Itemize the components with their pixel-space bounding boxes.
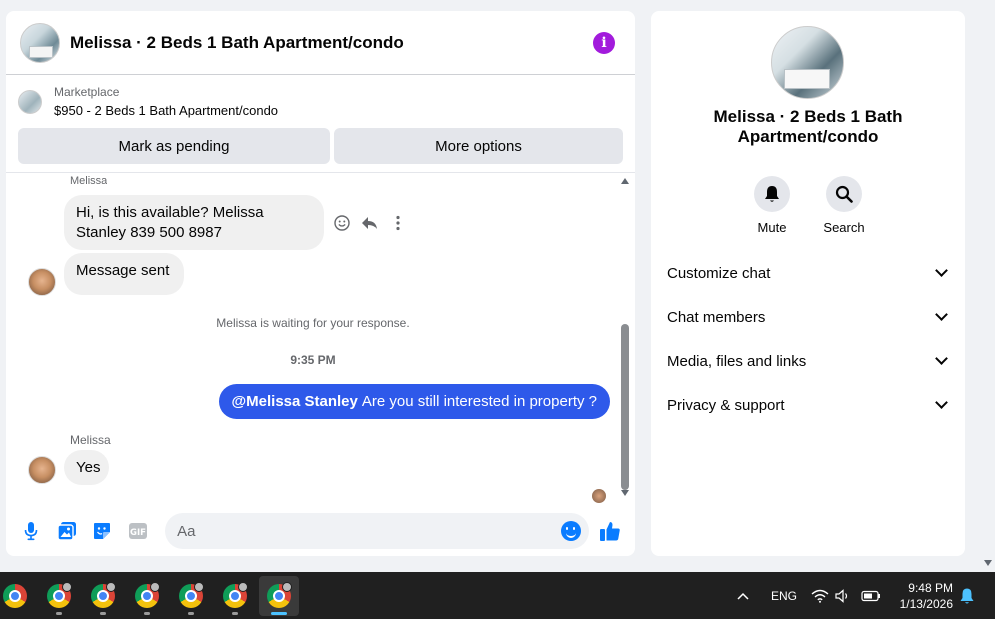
status-note: Melissa is waiting for your response.: [216, 316, 410, 330]
taskbar-chrome-active[interactable]: [259, 576, 299, 616]
photo-icon[interactable]: [56, 520, 78, 542]
sender-name: Melissa: [70, 176, 108, 184]
section-label: Media, files and links: [667, 352, 807, 370]
incoming-message[interactable]: Message sent: [64, 253, 184, 295]
taskbar-chrome-profile[interactable]: [215, 576, 255, 616]
clock-date: 1/13/2026: [899, 597, 953, 611]
section-label: Privacy & support: [667, 396, 785, 414]
thumbs-up-icon[interactable]: [599, 520, 621, 542]
section-label: Chat members: [667, 308, 766, 326]
mute-label: Mute: [757, 220, 787, 235]
taskbar-chrome[interactable]: [0, 576, 35, 616]
running-indicator: [144, 612, 150, 615]
section-label: Customize chat: [667, 264, 771, 282]
sender-avatar[interactable]: [28, 268, 56, 296]
microphone-icon[interactable]: [20, 520, 42, 542]
scroll-thumb[interactable]: [621, 324, 629, 490]
clock-time: 9:48 PM: [908, 581, 953, 595]
taskbar: ENG 9:48 PM 1/13/2026: [0, 572, 995, 619]
emoji-icon[interactable]: [561, 521, 581, 541]
chrome-icon: [3, 584, 27, 608]
seen-indicator-avatar: [592, 489, 606, 503]
mark-as-pending-button[interactable]: Mark as pending: [18, 128, 330, 164]
taskbar-chrome-profile[interactable]: [83, 576, 123, 616]
chat-header: Melissa · 2 Beds 1 Bath Apartment/condo …: [6, 11, 635, 75]
info-icon[interactable]: i: [593, 31, 615, 54]
sender-avatar[interactable]: [28, 456, 56, 484]
running-indicator: [100, 612, 106, 615]
profile-badge-icon: [282, 582, 292, 592]
info-title: Melissa · 2 Beds 1 Bath Apartment/condo: [713, 107, 903, 146]
running-indicator: [271, 612, 287, 615]
wifi-icon[interactable]: [811, 572, 829, 619]
taskbar-chrome-profile[interactable]: [127, 576, 167, 616]
section-customize-chat[interactable]: Customize chat: [651, 251, 965, 295]
section-privacy-support[interactable]: Privacy & support: [651, 383, 965, 427]
incoming-message[interactable]: Yes: [64, 450, 109, 485]
sender-name: Melissa: [70, 433, 111, 447]
search-label: Search: [823, 220, 865, 235]
more-vertical-icon[interactable]: [388, 213, 408, 233]
running-indicator: [188, 612, 194, 615]
profile-badge-icon: [194, 582, 204, 592]
bell-icon[interactable]: [754, 176, 790, 212]
battery-icon[interactable]: [861, 572, 881, 619]
chevron-down-icon: [935, 264, 948, 277]
section-chat-members[interactable]: Chat members: [651, 295, 965, 339]
scroll-down-arrow[interactable]: [621, 490, 629, 496]
volume-icon[interactable]: [835, 572, 851, 619]
profile-badge-icon: [238, 582, 248, 592]
info-actions: Mute Search: [651, 176, 965, 235]
scroll-up-arrow[interactable]: [621, 178, 629, 184]
chat-panel: Melissa · 2 Beds 1 Bath Apartment/condo …: [6, 11, 635, 556]
listing-price-title[interactable]: $950 - 2 Beds 1 Bath Apartment/condo: [54, 103, 278, 118]
message-input-wrapper: [165, 513, 589, 549]
page-scroll-down-arrow[interactable]: [984, 560, 992, 566]
info-sections: Customize chat Chat members Media, files…: [651, 251, 965, 427]
outgoing-message-text: Are you still interested in property ?: [361, 393, 597, 410]
more-options-button[interactable]: More options: [334, 128, 623, 164]
timestamp: 9:35 PM: [290, 353, 336, 367]
react-emoji-icon[interactable]: [332, 213, 352, 233]
svg-text:GIF: GIF: [130, 528, 146, 538]
running-indicator: [56, 612, 62, 615]
message-actions: [332, 213, 408, 233]
profile-badge-icon: [62, 582, 72, 592]
scrollbar[interactable]: [620, 178, 630, 496]
chevron-down-icon: [935, 396, 948, 409]
taskbar-chrome-profile[interactable]: [171, 576, 211, 616]
clock[interactable]: 9:48 PM 1/13/2026: [900, 580, 953, 612]
show-hidden-icons-chevron-up-icon[interactable]: [736, 572, 750, 619]
gif-icon[interactable]: GIF: [127, 520, 149, 542]
incoming-message[interactable]: Hi, is this available? Melissa Stanley 8…: [64, 195, 324, 250]
listing-thumbnail[interactable]: [18, 89, 42, 114]
profile-badge-icon: [106, 582, 116, 592]
marketplace-label: Marketplace: [54, 85, 120, 99]
chat-info-panel: Melissa · 2 Beds 1 Bath Apartment/condo …: [651, 11, 965, 556]
profile-badge-icon: [150, 582, 160, 592]
reply-icon[interactable]: [360, 213, 380, 233]
message-list[interactable]: Melissa Hi, is this available? Melissa S…: [6, 173, 635, 506]
chat-title[interactable]: Melissa · 2 Beds 1 Bath Apartment/condo: [70, 33, 593, 53]
listing-profile-avatar[interactable]: [771, 26, 844, 99]
mute-action[interactable]: Mute: [754, 176, 790, 235]
language-indicator[interactable]: ENG: [771, 572, 797, 619]
message-input[interactable]: [177, 522, 558, 540]
outgoing-message[interactable]: @Melissa Stanley Are you still intereste…: [218, 384, 610, 419]
chevron-down-icon: [935, 308, 948, 321]
notification-bell-icon[interactable]: [959, 572, 975, 619]
taskbar-chrome-profile[interactable]: [39, 576, 79, 616]
marketplace-bar: Marketplace $950 - 2 Beds 1 Bath Apartme…: [6, 75, 635, 173]
search-action[interactable]: Search: [823, 176, 865, 235]
mention[interactable]: @Melissa Stanley: [232, 393, 358, 410]
section-media-files-links[interactable]: Media, files and links: [651, 339, 965, 383]
search-icon[interactable]: [826, 176, 862, 212]
composer: GIF: [6, 506, 635, 556]
chevron-down-icon: [935, 352, 948, 365]
listing-avatar[interactable]: [20, 22, 60, 63]
sticker-icon[interactable]: [92, 520, 114, 542]
running-indicator: [232, 612, 238, 615]
